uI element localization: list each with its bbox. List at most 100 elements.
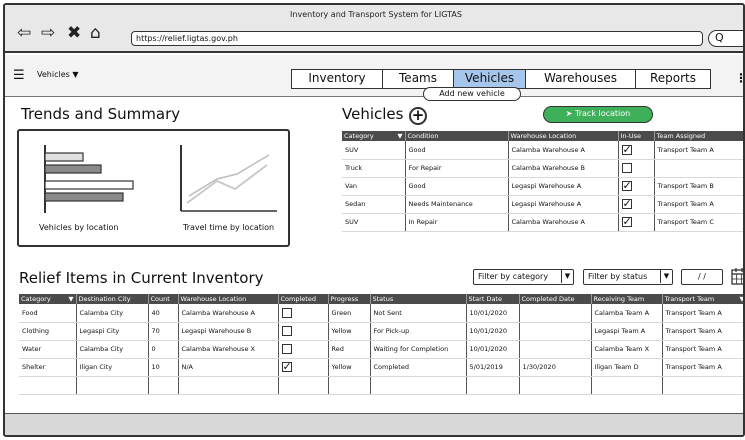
empty-cell [466,376,520,395]
table-row[interactable]: SUVIn RepairCalamba Warehouse A Transport… [342,213,743,232]
empty-cell [591,376,663,395]
in-use-checkbox[interactable] [621,179,632,192]
relief-items-table: Category ▼ Destination City Count Warehou… [19,294,743,395]
item-count: 0 [148,340,179,359]
in-use-checkbox[interactable] [621,215,632,228]
url-field[interactable]: https://relief.ligtas.gov.ph [131,31,703,46]
vehicle-location: Legaspi Warehouse A [508,195,619,214]
vehicle-category: Van [342,177,406,196]
sort-down-icon: ▼ [397,132,403,140]
filter-category-label: Filter by category [478,272,549,281]
app-window: Inventory and Transport System for LIGTA… [3,3,745,437]
completed-date [519,340,592,359]
table-row[interactable]: Truck For Repair Calamba Warehouse B [342,159,743,178]
travel-time-chart[interactable] [177,141,282,216]
start-date: 5/01/2019 [466,358,520,377]
completed-cell [278,358,329,377]
vehicles-by-location-chart[interactable] [39,141,139,216]
home-icon[interactable]: ⌂ [90,25,101,42]
in-use-cell [618,159,655,178]
column-header[interactable]: Completed [278,294,329,304]
vehicle-condition: In Repair [405,213,509,232]
table-row[interactable]: VanGoodLegaspi Warehouse A Transport Team… [342,177,743,196]
column-header[interactable]: Destination City [76,294,149,304]
tab-teams[interactable]: Teams [383,69,454,89]
transport-team: Transport Team A [662,358,743,377]
receiving-team: Iligan Team D [591,358,663,377]
in-use-cell [618,177,655,196]
in-use-checkbox[interactable] [621,143,632,156]
vehicle-team [654,159,743,178]
forward-icon[interactable]: ⇨ [41,25,55,42]
back-icon[interactable]: ⇦ [17,25,31,42]
transport-team: Transport Team A [662,322,743,341]
vehicle-category: Truck [342,159,406,178]
column-header[interactable]: Transport Team ▼ [662,294,743,304]
in-use-checkbox[interactable] [621,197,632,210]
tab-warehouses[interactable]: Warehouses [526,69,636,89]
vehicle-condition: Good [405,141,509,160]
in-use-cell [618,213,655,232]
completed-checkbox[interactable] [281,360,292,373]
tab-vehicles[interactable]: Vehicles [454,69,526,89]
hamburger-menu-icon[interactable]: ☰ [13,68,25,83]
column-header[interactable]: Category ▼ [342,131,406,141]
column-header[interactable]: Warehouse Location [508,131,619,141]
column-header[interactable]: Condition [405,131,509,141]
column-header[interactable]: Start Date [466,294,520,304]
close-icon[interactable]: ✖ [67,25,81,42]
empty-cell [19,376,77,395]
table-row[interactable]: SUVGoodCalamba Warehouse A Transport Team… [342,141,743,160]
column-header[interactable]: Completed Date [519,294,592,304]
filter-status-dropdown[interactable]: Filter by status ▼ [583,269,673,285]
item-count: 10 [148,358,179,377]
completed-checkbox[interactable] [281,344,292,354]
more-options-icon[interactable]: ⋮ [735,71,743,85]
column-header[interactable]: Warehouse Location [178,294,279,304]
vehicle-location: Calamba Warehouse B [508,159,619,178]
in-use-checkbox[interactable] [621,163,632,173]
vehicle-category: SUV [342,141,406,160]
completed-date [519,322,592,341]
vehicle-location: Legaspi Warehouse A [508,177,619,196]
item-category: Shelter [19,358,77,377]
tab-inventory[interactable]: Inventory [291,69,383,89]
progress: Yellow [328,322,371,341]
track-location-button[interactable]: ➤ Track location [543,106,653,123]
completed-checkbox[interactable] [281,307,292,318]
column-header[interactable]: Receiving Team [591,294,663,304]
destination-city: Calamba City [76,340,149,359]
table-row[interactable]: Water Calamba City 0 Calamba Warehouse X Red… [19,340,743,359]
vehicle-condition: Good [405,177,509,196]
start-date: 10/01/2020 [466,304,520,323]
filter-category-dropdown[interactable]: Filter by category ▼ [473,269,574,285]
completed-cell [278,340,329,359]
chart1-label: Vehicles by location [39,223,119,232]
browser-search-field[interactable]: Q [708,30,743,47]
completed-cell [278,322,329,341]
transport-team: Transport Team A [662,304,743,323]
column-header[interactable]: Progress [328,294,371,304]
column-header[interactable]: Count [148,294,179,304]
table-row[interactable]: Clothing Legaspi City 70 Legaspi Warehouse … [19,322,743,341]
table-row[interactable]: ShelterIligan City10N/A YellowCompleted5/… [19,358,743,377]
tab-reports[interactable]: Reports [636,69,711,89]
date-input[interactable]: / / [681,269,723,285]
caret-down-icon: ▼ [660,270,672,283]
empty-cell [370,376,467,395]
vehicle-team: Transport Team C [654,213,743,232]
vehicle-category: Sedan [342,195,406,214]
sort-down-icon: ▼ [68,295,74,303]
completed-checkbox[interactable] [281,326,292,336]
column-header[interactable]: In-Use [618,131,655,141]
table-row[interactable]: Sedan Needs Maintenance Legaspi Warehouse … [342,195,743,214]
column-header[interactable]: Category ▼ [19,294,77,304]
warehouse-location: N/A [178,358,279,377]
progress: Red [328,340,371,359]
column-header[interactable]: Team Assigned [654,131,743,141]
calendar-icon[interactable] [731,267,745,285]
section-dropdown[interactable]: Vehicles ▼ [37,70,78,79]
column-header[interactable]: Status [370,294,467,304]
add-vehicle-button[interactable]: + [409,107,427,125]
table-row[interactable]: Food Calamba City 40 Calamba Warehouse A Gre… [19,304,743,323]
